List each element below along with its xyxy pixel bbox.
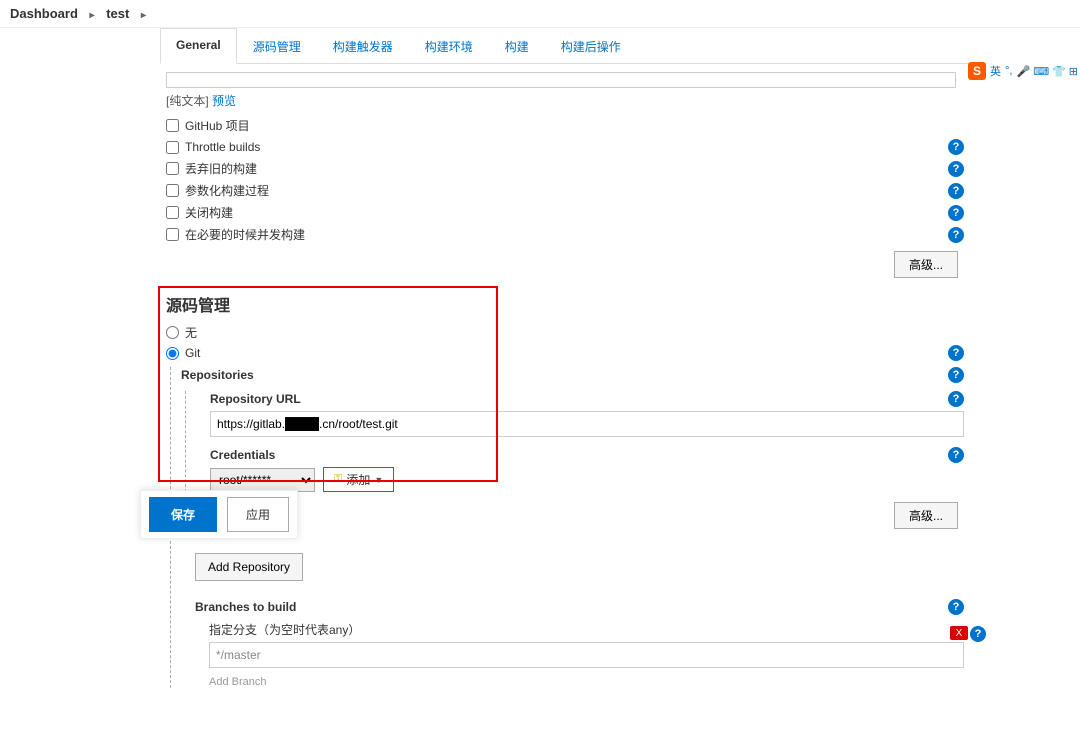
tab-general[interactable]: General xyxy=(160,28,237,64)
branch-spec-label: 指定分支（为空时代表any） xyxy=(209,621,964,638)
help-icon[interactable]: ? xyxy=(948,599,964,615)
description-textarea[interactable] xyxy=(166,72,956,88)
tab-build[interactable]: 构建 xyxy=(489,28,545,64)
tab-scm[interactable]: 源码管理 xyxy=(237,28,317,64)
help-icon[interactable]: ? xyxy=(948,447,964,463)
chevron-right-icon: ▸ xyxy=(141,10,146,21)
save-button[interactable]: 保存 xyxy=(149,497,217,532)
discard-checkbox[interactable] xyxy=(166,162,179,175)
sogou-logo-icon[interactable]: S xyxy=(968,62,986,80)
ime-punct-toggle[interactable]: °, xyxy=(1005,65,1012,77)
close-label: 关闭构建 xyxy=(185,204,940,221)
advanced-button[interactable]: 高级... xyxy=(894,251,958,278)
skin-icon[interactable]: 👕 xyxy=(1052,65,1066,78)
throttle-label: Throttle builds xyxy=(185,140,940,154)
param-label: 参数化构建过程 xyxy=(185,182,940,199)
discard-label: 丢弃旧的构建 xyxy=(185,160,940,177)
github-project-label: GitHub 项目 xyxy=(185,117,964,134)
help-icon[interactable]: ? xyxy=(948,139,964,155)
branches-label: Branches to build xyxy=(195,600,296,614)
tab-triggers[interactable]: 构建触发器 xyxy=(317,28,409,64)
ime-lang-toggle[interactable]: 英 xyxy=(990,63,1001,79)
add-repository-button[interactable]: Add Repository xyxy=(195,553,303,581)
help-icon[interactable]: ? xyxy=(948,227,964,243)
plaintext-label: [纯文本] xyxy=(166,94,212,108)
chevron-right-icon: ▸ xyxy=(90,10,95,21)
github-project-checkbox[interactable] xyxy=(166,119,179,132)
help-icon[interactable]: ? xyxy=(948,205,964,221)
breadcrumb-dashboard[interactable]: Dashboard xyxy=(10,6,78,21)
apply-button[interactable]: 应用 xyxy=(227,497,289,532)
toolbox-icon[interactable]: ⊞ xyxy=(1069,65,1078,78)
breadcrumb: Dashboard ▸ test ▸ xyxy=(0,0,1080,28)
keyboard-icon[interactable]: ⌨ xyxy=(1033,65,1049,78)
highlight-box xyxy=(158,286,498,482)
close-checkbox[interactable] xyxy=(166,206,179,219)
help-icon[interactable]: ? xyxy=(948,345,964,361)
help-icon[interactable]: ? xyxy=(970,626,986,642)
config-tabs: General 源码管理 构建触发器 构建环境 构建 构建后操作 xyxy=(160,28,970,64)
throttle-checkbox[interactable] xyxy=(166,141,179,154)
plaintext-row: [纯文本] 预览 xyxy=(166,92,964,109)
breadcrumb-project[interactable]: test xyxy=(106,6,129,21)
ime-toolbar: S 英 °, 🎤 ⌨ 👕 ⊞ xyxy=(968,62,1078,80)
help-icon[interactable]: ? xyxy=(948,367,964,383)
delete-branch-button[interactable]: X xyxy=(950,626,968,640)
concurrent-checkbox[interactable] xyxy=(166,228,179,241)
branch-spec-input[interactable] xyxy=(209,642,964,668)
help-icon[interactable]: ? xyxy=(948,183,964,199)
add-branch-hint: Add Branch xyxy=(209,676,964,688)
advanced-button[interactable]: 高级... xyxy=(894,502,958,529)
preview-link[interactable]: 预览 xyxy=(212,94,236,108)
tab-env[interactable]: 构建环境 xyxy=(409,28,489,64)
param-checkbox[interactable] xyxy=(166,184,179,197)
help-icon[interactable]: ? xyxy=(948,391,964,407)
tab-post[interactable]: 构建后操作 xyxy=(545,28,637,64)
help-icon[interactable]: ? xyxy=(948,161,964,177)
concurrent-label: 在必要的时候并发构建 xyxy=(185,226,940,243)
mic-icon[interactable]: 🎤 xyxy=(1016,65,1030,78)
footer-bar: 保存 应用 xyxy=(140,490,298,539)
